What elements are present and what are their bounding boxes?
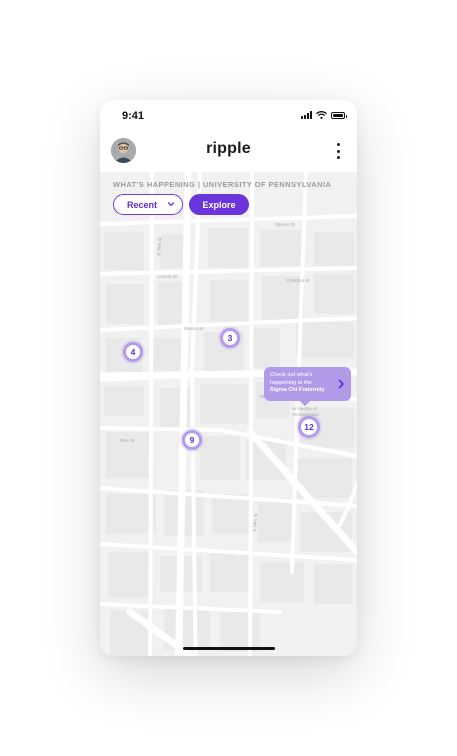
more-options-icon[interactable] bbox=[335, 143, 341, 159]
status-time: 9:41 bbox=[122, 110, 145, 122]
status-icons bbox=[301, 111, 347, 119]
map-marker[interactable]: 4 bbox=[123, 342, 143, 362]
callout-venue: Sigma Chi Fraternity bbox=[270, 387, 325, 394]
recent-filter-dropdown[interactable]: Recent bbox=[113, 194, 183, 215]
street-label: Pine St bbox=[120, 438, 135, 443]
context-label: WHAT'S HAPPENING | UNIVERSITY OF PENNSYL… bbox=[113, 180, 332, 189]
battery-icon bbox=[331, 111, 347, 119]
map-marker[interactable]: 9 bbox=[182, 430, 202, 450]
map-marker[interactable]: 12 bbox=[298, 416, 320, 438]
street-label: University of bbox=[292, 406, 318, 411]
street-label: Walnut St bbox=[184, 326, 204, 331]
explore-button[interactable]: Explore bbox=[189, 194, 249, 215]
map-view[interactable]: Spruce St Locust St Walnut St Chestnut S… bbox=[100, 172, 357, 656]
app-title: ripple bbox=[206, 140, 251, 157]
recent-filter-label: Recent bbox=[127, 199, 158, 210]
street-label: Spruce St bbox=[275, 222, 296, 227]
callout-line: happening at the bbox=[270, 379, 312, 386]
app-header: ripple bbox=[100, 130, 357, 172]
home-indicator bbox=[183, 647, 275, 650]
map-base: Spruce St Locust St Walnut St Chestnut S… bbox=[100, 172, 357, 656]
street-label: Locust St bbox=[158, 274, 178, 279]
status-bar: 9:41 bbox=[100, 100, 357, 130]
street-label: Chestnut St bbox=[286, 278, 310, 283]
chevron-down-icon bbox=[167, 202, 175, 206]
map-marker[interactable]: 3 bbox=[220, 328, 240, 348]
signal-icon bbox=[301, 111, 312, 119]
chevron-right-icon bbox=[338, 379, 344, 389]
event-callout[interactable]: Check out what's happening at the Sigma … bbox=[264, 367, 351, 406]
wifi-icon bbox=[316, 111, 327, 119]
callout-text: Check out what's happening at the Sigma … bbox=[270, 372, 336, 395]
phone-frame: 9:41 ripple Spruce St Locust St Walnut S… bbox=[100, 100, 357, 656]
callout-line: Check out what's bbox=[270, 372, 313, 378]
